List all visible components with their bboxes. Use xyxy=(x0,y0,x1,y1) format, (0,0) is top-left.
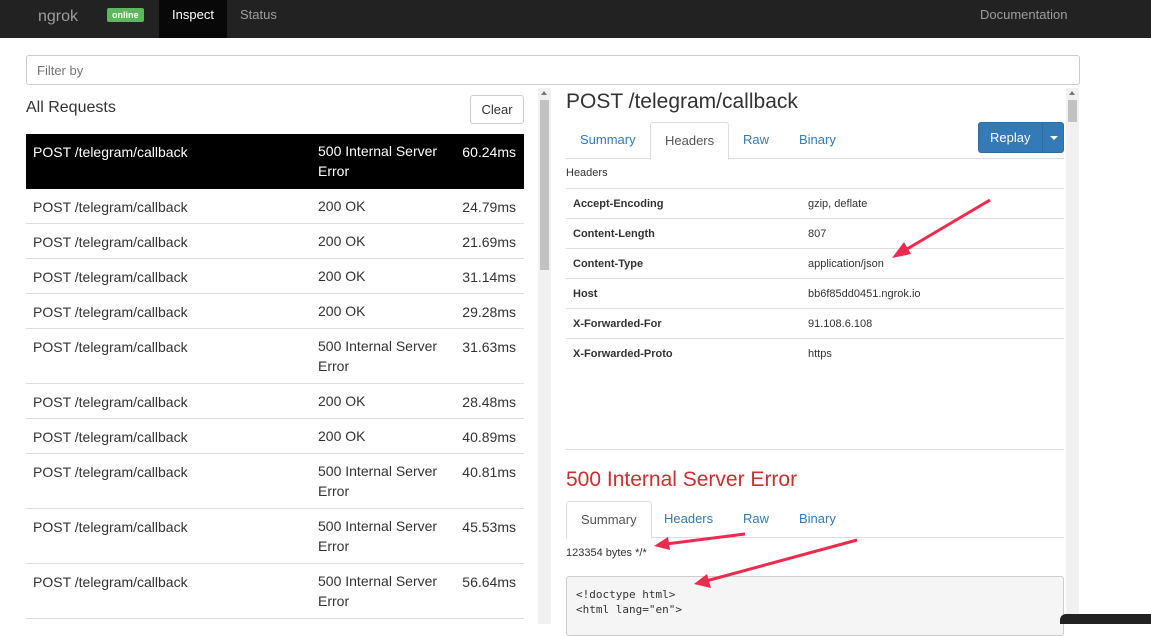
response-tab-raw[interactable]: Raw xyxy=(729,501,783,538)
caret-down-icon[interactable] xyxy=(1050,136,1058,140)
scrollbar-thumb[interactable] xyxy=(1068,100,1077,122)
request-row[interactable]: POST /telegram/callback 200 OK 28.48ms xyxy=(26,384,524,419)
header-key: Content-Type xyxy=(573,258,644,270)
request-row[interactable]: POST /telegram/callback 500 Internal Serv… xyxy=(26,329,524,384)
detail-scrollbar[interactable] xyxy=(1066,88,1079,624)
request-status: 500 Internal Server Error xyxy=(318,143,438,179)
headers-label: Headers xyxy=(566,167,608,179)
response-tabs: Summary Headers Raw Binary xyxy=(566,501,1064,539)
header-key: Content-Length xyxy=(573,228,655,240)
request-status: 200 OK xyxy=(318,233,366,249)
replay-split-divider xyxy=(1042,123,1043,152)
header-key: Accept-Encoding xyxy=(573,198,664,210)
top-navbar: ngrok online Inspect Status Documentatio… xyxy=(0,0,1151,38)
filter-input[interactable] xyxy=(26,55,1080,85)
response-body-preview: <!doctype html> <html lang="en"> xyxy=(566,576,1064,636)
request-list-scrollbar[interactable] xyxy=(538,88,551,624)
request-duration: 40.89ms xyxy=(462,429,516,445)
response-title: 500 Internal Server Error xyxy=(566,468,798,491)
request-duration: 31.14ms xyxy=(462,269,516,285)
requests-heading: All Requests xyxy=(26,99,116,116)
request-status: 200 OK xyxy=(318,303,366,319)
header-value: application/json xyxy=(808,258,884,270)
request-list: POST /telegram/callback 500 Internal Serv… xyxy=(26,134,524,619)
request-duration: 28.48ms xyxy=(462,394,516,410)
header-value: bb6f85dd0451.ngrok.io xyxy=(808,288,921,300)
request-path: POST /telegram/callback xyxy=(33,394,188,410)
scrollbar-thumb[interactable] xyxy=(540,100,549,270)
request-duration: 31.63ms xyxy=(462,339,516,355)
header-key: X-Forwarded-For xyxy=(573,318,662,330)
replay-label: Replay xyxy=(990,130,1031,145)
header-key: Host xyxy=(573,288,598,300)
request-duration: 29.28ms xyxy=(462,304,516,320)
request-path: POST /telegram/callback xyxy=(33,574,188,590)
header-value: 91.108.6.108 xyxy=(808,318,873,330)
nav-tab-inspect[interactable]: Inspect xyxy=(159,0,227,38)
header-row: Content-Length 807 xyxy=(566,218,1064,248)
request-status: 200 OK xyxy=(318,393,366,409)
request-row[interactable]: POST /telegram/callback 500 Internal Serv… xyxy=(26,509,524,564)
response-size: 123354 bytes */* xyxy=(566,547,647,559)
section-divider xyxy=(566,449,1064,450)
brand-logo[interactable]: ngrok xyxy=(38,8,78,26)
request-row[interactable]: POST /telegram/callback 200 OK 21.69ms xyxy=(26,224,524,259)
request-path: POST /telegram/callback xyxy=(33,429,188,445)
corner-overlay xyxy=(1060,614,1151,624)
request-status: 500 Internal Server Error xyxy=(318,573,438,609)
request-status: 200 OK xyxy=(318,428,366,444)
request-status: 500 Internal Server Error xyxy=(318,518,438,554)
headers-table: Accept-Encoding gzip, deflate Content-Leng… xyxy=(566,188,1064,368)
request-path: POST /telegram/callback xyxy=(33,519,188,535)
request-duration: 60.24ms xyxy=(462,144,516,160)
request-status: 200 OK xyxy=(318,268,366,284)
request-row[interactable]: POST /telegram/callback 500 Internal Serv… xyxy=(26,454,524,509)
header-row: X-Forwarded-Proto https xyxy=(566,338,1064,368)
scroll-up-icon[interactable] xyxy=(1069,91,1075,95)
nav-tab-status[interactable]: Status xyxy=(240,0,277,38)
scroll-up-icon[interactable] xyxy=(541,91,547,95)
header-key: X-Forwarded-Proto xyxy=(573,348,673,360)
response-tab-summary[interactable]: Summary xyxy=(566,501,652,539)
header-row: Content-Type application/json xyxy=(566,248,1064,278)
status-badge: online xyxy=(107,8,144,22)
documentation-link[interactable]: Documentation xyxy=(980,0,1067,38)
request-row[interactable]: POST /telegram/callback 200 OK 40.89ms xyxy=(26,419,524,454)
request-path: POST /telegram/callback xyxy=(33,234,188,250)
request-duration: 40.81ms xyxy=(462,464,516,480)
request-duration: 45.53ms xyxy=(462,519,516,535)
request-path: POST /telegram/callback xyxy=(33,339,188,355)
request-path: POST /telegram/callback xyxy=(33,269,188,285)
request-title: POST /telegram/callback xyxy=(566,90,798,113)
request-path: POST /telegram/callback xyxy=(33,144,188,160)
request-row[interactable]: POST /telegram/callback 200 OK 29.28ms xyxy=(26,294,524,329)
request-tab-summary[interactable]: Summary xyxy=(566,122,650,159)
request-duration: 56.64ms xyxy=(462,574,516,590)
header-row: Host bb6f85dd0451.ngrok.io xyxy=(566,278,1064,308)
request-tab-headers[interactable]: Headers xyxy=(650,122,730,160)
request-status: 500 Internal Server Error xyxy=(318,338,438,374)
request-duration: 24.79ms xyxy=(462,199,516,215)
request-tab-raw[interactable]: Raw xyxy=(729,122,783,159)
request-row[interactable]: POST /telegram/callback 200 OK 31.14ms xyxy=(26,259,524,294)
request-duration: 21.69ms xyxy=(462,234,516,250)
header-value: https xyxy=(808,348,832,360)
request-path: POST /telegram/callback xyxy=(33,199,188,215)
header-value: 807 xyxy=(808,228,827,240)
header-row: X-Forwarded-For 91.108.6.108 xyxy=(566,308,1064,338)
request-row[interactable]: POST /telegram/callback 200 OK 24.79ms xyxy=(26,189,524,224)
clear-button[interactable]: Clear xyxy=(470,95,524,124)
header-row: Accept-Encoding gzip, deflate xyxy=(566,188,1064,218)
response-tab-headers[interactable]: Headers xyxy=(650,501,727,538)
replay-button[interactable]: Replay xyxy=(978,122,1064,153)
response-tab-binary[interactable]: Binary xyxy=(785,501,850,538)
request-path: POST /telegram/callback xyxy=(33,304,188,320)
request-tab-binary[interactable]: Binary xyxy=(785,122,850,159)
request-row[interactable]: POST /telegram/callback 500 Internal Serv… xyxy=(26,564,524,619)
request-status: 500 Internal Server Error xyxy=(318,463,438,499)
request-path: POST /telegram/callback xyxy=(33,464,188,480)
header-value: gzip, deflate xyxy=(808,198,868,210)
request-status: 200 OK xyxy=(318,198,366,214)
request-row[interactable]: POST /telegram/callback 500 Internal Serv… xyxy=(26,134,524,189)
